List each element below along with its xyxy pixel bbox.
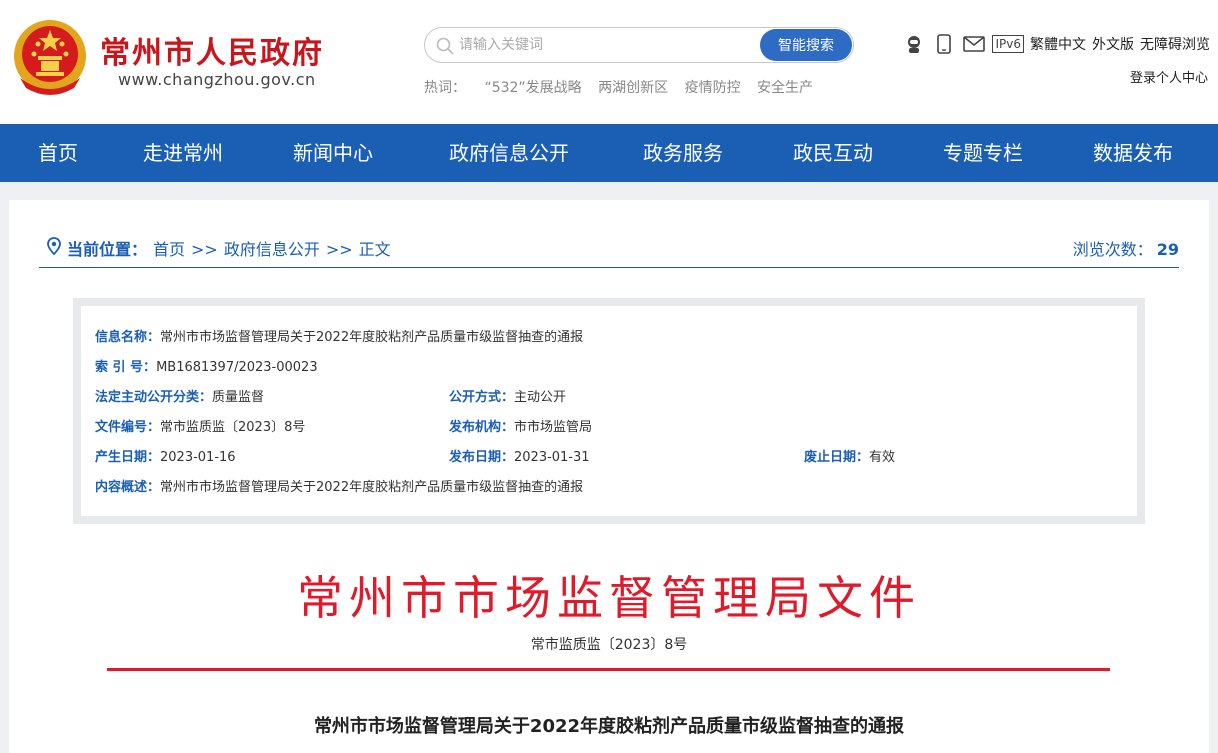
info-value: 2023-01-16 (160, 450, 236, 465)
search-box: 智能搜索 (424, 27, 854, 63)
hotwords: 热词： “532”发展战略 两湖创新区 疫情防控 安全生产 (424, 77, 825, 97)
location-pin-icon (47, 237, 61, 255)
main-nav: 首页 走进常州 新闻中心 政府信息公开 政务服务 政民互动 专题专栏 数据发布 (0, 124, 1218, 182)
info-row-org: 发布机构：市市场监管局 (449, 416, 592, 435)
breadcrumb-current[interactable]: 正文 (359, 240, 391, 259)
info-value: 质量监督 (212, 390, 265, 405)
info-key: 信息名称： (95, 330, 161, 345)
info-value: 2023-01-31 (514, 450, 590, 465)
hotword-link[interactable]: 两湖创新区 (598, 80, 668, 96)
hotword-link[interactable]: 安全生产 (757, 80, 813, 96)
nav-item-about[interactable]: 走进常州 (143, 124, 223, 182)
traditional-chinese-link[interactable]: 繁體中文 (1030, 34, 1086, 54)
info-key: 产生日期： (95, 450, 161, 465)
breadcrumb-separator: >> (191, 240, 218, 259)
info-key: 内容概述： (95, 480, 161, 495)
info-row-published: 发布日期：2023-01-31 (449, 446, 590, 465)
nav-item-services[interactable]: 政务服务 (643, 124, 723, 182)
content-card: 当前位置： 首页 >> 政府信息公开 >> 正文 浏览次数： 29 信息名称：常州市市场监… (9, 200, 1209, 753)
login-link[interactable]: 登录个人中心 (1130, 67, 1208, 86)
info-row-expiry: 废止日期：有效 (804, 446, 895, 465)
info-value: 常州市市场监督管理局关于2022年度胶粘剂产品质量市级监督抽查的通报 (160, 330, 584, 345)
info-key: 发布日期： (449, 450, 515, 465)
breadcrumb-home[interactable]: 首页 (153, 240, 185, 259)
info-row-summary: 内容概述：常州市市场监督管理局关于2022年度胶粘剂产品质量市级监督抽查的通报 (95, 476, 583, 495)
national-emblem-icon[interactable] (12, 16, 88, 96)
email-icon[interactable] (962, 33, 986, 55)
info-row-created: 产生日期：2023-01-16 (95, 446, 236, 465)
hotword-link[interactable]: “532”发展战略 (484, 80, 581, 96)
site-title[interactable]: 常州市人民政府 (100, 28, 324, 72)
nav-item-home[interactable]: 首页 (38, 124, 78, 182)
site-domain: www.changzhou.gov.cn (118, 70, 316, 89)
view-count-label: 浏览次数： (1072, 240, 1153, 259)
search-icon (436, 37, 454, 55)
info-value: 有效 (869, 450, 896, 465)
accessibility-link[interactable]: 无障碍浏览 (1140, 34, 1210, 54)
view-count-value: 29 (1156, 240, 1179, 259)
info-key: 废止日期： (804, 450, 870, 465)
nav-item-data[interactable]: 数据发布 (1093, 124, 1173, 182)
breadcrumb-separator: >> (325, 240, 353, 259)
info-key: 索 引 号： (95, 360, 157, 375)
nav-item-gov-info[interactable]: 政府信息公开 (449, 124, 569, 182)
view-count: 浏览次数： 29 (1073, 236, 1179, 260)
header-toolbar: IPv6 繁體中文 外文版 无障碍浏览 (902, 33, 1210, 55)
hotword-link[interactable]: 疫情防控 (685, 80, 741, 96)
info-value: 市市场监管局 (514, 420, 593, 435)
info-value: 常市监质监〔2023〕8号 (160, 420, 306, 435)
breadcrumb: 当前位置： 首页 >> 政府信息公开 >> 正文 浏览次数： 29 (39, 228, 1179, 268)
info-value: 主动公开 (514, 390, 567, 405)
info-value: MB1681397/2023-00023 (156, 360, 318, 375)
info-metadata-inner: 信息名称：常州市市场监督管理局关于2022年度胶粘剂产品质量市级监督抽查的通报 … (81, 306, 1137, 516)
breadcrumb-gov-info[interactable]: 政府信息公开 (224, 240, 320, 259)
info-key: 文件编号： (95, 420, 161, 435)
document-number: 常市监质监〔2023〕8号 (530, 637, 688, 653)
info-row-index: 索 引 号：MB1681397/2023-00023 (95, 356, 318, 375)
nav-item-interaction[interactable]: 政民互动 (793, 124, 873, 182)
info-row-category: 法定主动公开分类：质量监督 (95, 386, 264, 405)
robot-icon[interactable] (902, 33, 926, 55)
nav-item-news[interactable]: 新闻中心 (293, 124, 373, 182)
smart-search-button[interactable]: 智能搜索 (760, 29, 852, 61)
ipv6-badge: IPv6 (992, 35, 1024, 53)
info-key: 公开方式： (449, 390, 515, 405)
document-red-header-title: 常州市市场监督管理局文件 (297, 571, 921, 625)
article-title: 常州市市场监督管理局关于2022年度胶粘剂产品质量市级监督抽查的通报 (313, 716, 905, 737)
info-row-docno: 文件编号：常市监质监〔2023〕8号 (95, 416, 305, 435)
mobile-phone-icon[interactable] (932, 33, 956, 55)
breadcrumb-trail: 首页 >> 政府信息公开 >> 正文 (153, 236, 391, 260)
info-row-mode: 公开方式：主动公开 (449, 386, 566, 405)
info-key: 法定主动公开分类： (95, 390, 213, 405)
breadcrumb-label: 当前位置： (67, 240, 148, 259)
hotwords-label: 热词： (424, 80, 466, 96)
info-key: 发布机构： (449, 420, 515, 435)
site-header: 常州市人民政府 www.changzhou.gov.cn 智能搜索 热词： “5… (0, 0, 1218, 124)
search-input[interactable] (459, 32, 749, 58)
info-metadata-panel: 信息名称：常州市市场监督管理局关于2022年度胶粘剂产品质量市级监督抽查的通报 … (73, 298, 1145, 524)
info-row-name: 信息名称：常州市市场监督管理局关于2022年度胶粘剂产品质量市级监督抽查的通报 (95, 326, 583, 345)
foreign-language-link[interactable]: 外文版 (1092, 34, 1134, 54)
nav-item-topics[interactable]: 专题专栏 (943, 124, 1023, 182)
info-value: 常州市市场监督管理局关于2022年度胶粘剂产品质量市级监督抽查的通报 (160, 480, 584, 495)
red-divider (107, 668, 1110, 671)
